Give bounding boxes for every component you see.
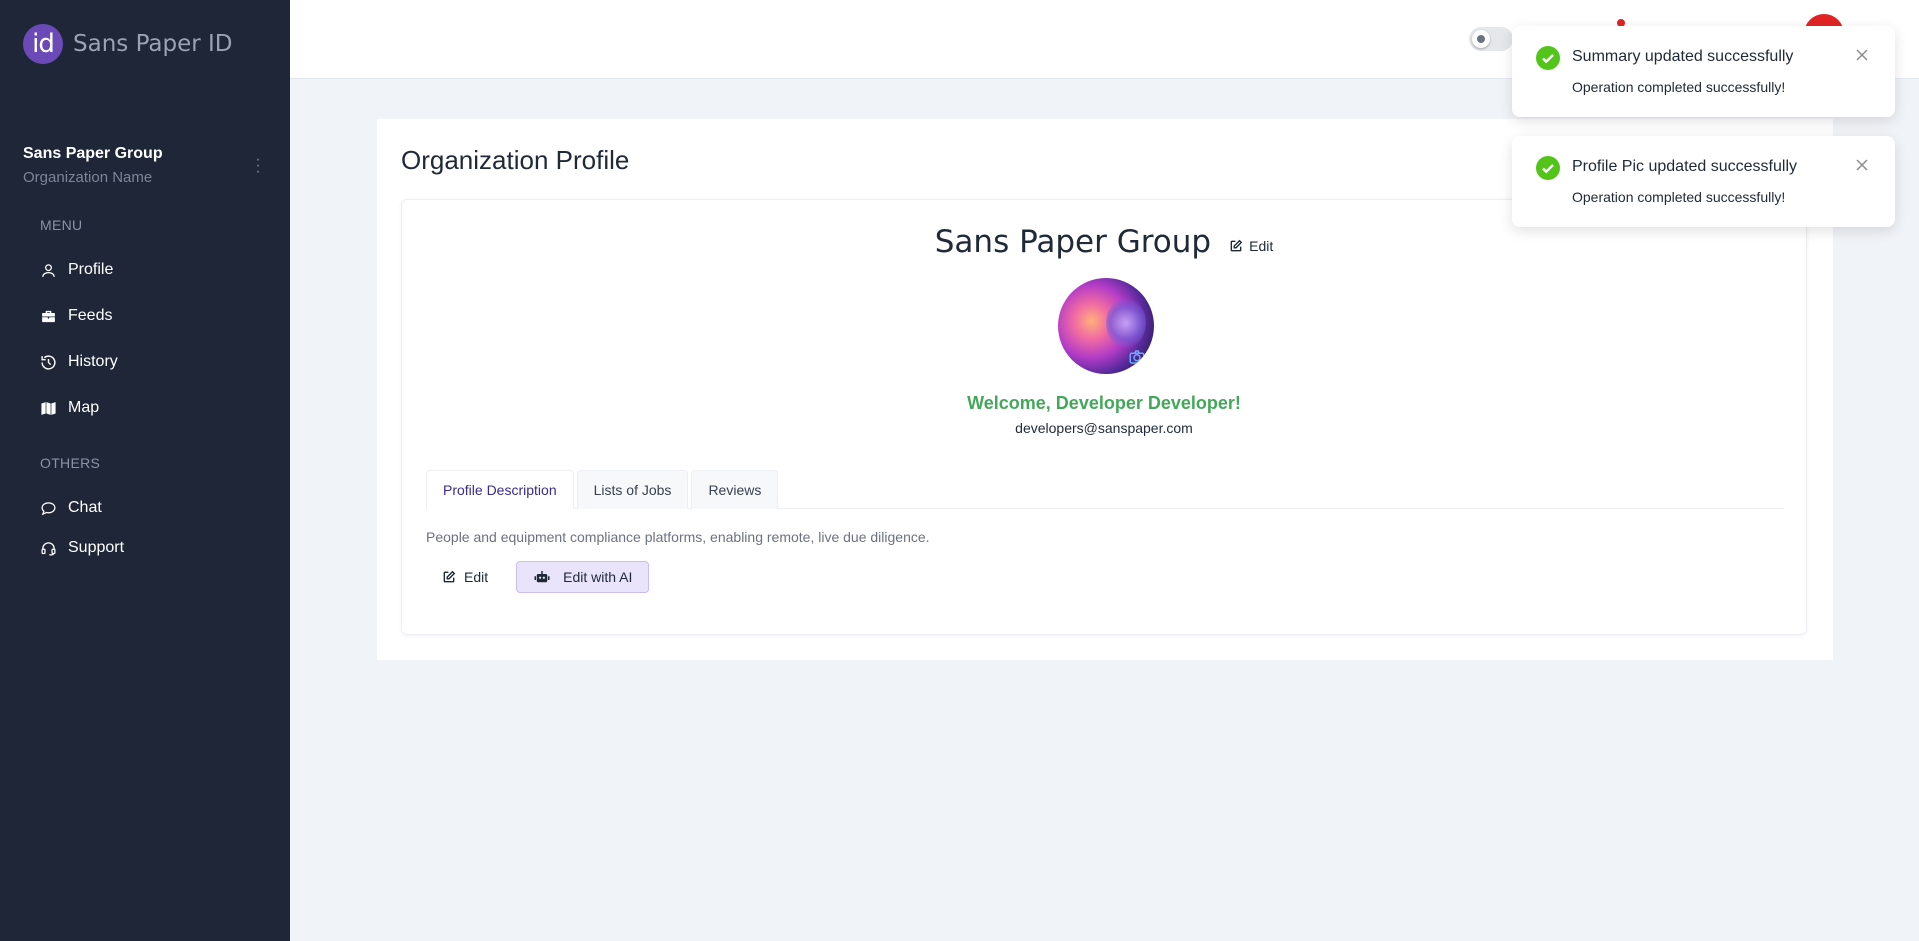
sidebar-item-label: Chat — [68, 499, 102, 516]
sidebar-item-feeds[interactable]: Feeds — [40, 307, 112, 325]
briefcase-icon — [42, 310, 55, 322]
tab-lists-of-jobs[interactable]: Lists of Jobs — [576, 470, 689, 509]
sidebar-item-label: Map — [68, 399, 100, 416]
chat-icon — [41, 501, 56, 515]
toast-title: Summary updated successfully — [1572, 48, 1794, 65]
close-icon[interactable] — [1855, 48, 1869, 62]
profile-picture[interactable] — [1058, 278, 1154, 374]
sidebar-item-chat[interactable]: Chat — [40, 499, 102, 517]
sidebar-item-map[interactable]: Map — [40, 399, 99, 417]
welcome-message: Welcome, Developer Developer! — [967, 393, 1241, 413]
profile-card: Sans Paper Group Edit Welcome, Developer… — [401, 199, 1807, 635]
org-switcher[interactable]: Sans Paper Group Organization Name · · · — [23, 145, 263, 186]
tab-profile-description[interactable]: Profile Description — [426, 470, 574, 509]
org-subtitle: Organization Name — [23, 169, 153, 186]
robot-icon — [534, 571, 550, 583]
camera-icon[interactable] — [1128, 348, 1146, 366]
sidebar-item-support[interactable]: Support — [40, 539, 124, 557]
description-actions: Edit Edit with AI — [426, 561, 650, 593]
edit-description-button[interactable]: Edit — [426, 563, 504, 591]
brand-logo: id — [23, 24, 63, 64]
sidebar-item-history[interactable]: History — [40, 353, 118, 371]
sidebar-item-label: Profile — [68, 261, 114, 278]
edit-icon — [443, 570, 456, 583]
edit-button-label: Edit — [464, 569, 489, 585]
ai-button-label: Edit with AI — [563, 569, 633, 585]
sidebar-item-label: Support — [68, 539, 125, 556]
map-icon — [41, 401, 56, 415]
kebab-menu-icon[interactable]: · · · — [253, 152, 263, 180]
check-circle-icon — [1536, 46, 1560, 70]
menu-section-label: MENU — [40, 217, 83, 233]
sidebar-item-profile[interactable]: Profile — [40, 261, 113, 279]
edit-icon — [1230, 239, 1243, 252]
toast-notification: Profile Pic updated successfully Operati… — [1512, 136, 1895, 227]
history-icon — [41, 354, 56, 370]
brand[interactable]: id Sans Paper ID — [23, 24, 233, 64]
check-circle-icon — [1536, 156, 1560, 180]
page-title: Organization Profile — [401, 145, 630, 175]
theme-toggle[interactable] — [1469, 27, 1513, 51]
toast-title: Profile Pic updated successfully — [1572, 158, 1797, 175]
sidebar-item-label: History — [68, 353, 118, 370]
toast-message: Operation completed successfully! — [1572, 79, 1786, 95]
brand-name: Sans Paper ID — [73, 31, 233, 57]
org-name: Sans Paper Group — [23, 145, 163, 162]
user-icon — [42, 263, 55, 277]
toggle-knob — [1472, 30, 1490, 48]
tab-reviews[interactable]: Reviews — [691, 470, 779, 509]
profile-tabs: Profile Description Lists of Jobs Review… — [426, 470, 1784, 509]
profile-description: People and equipment compliance platform… — [426, 529, 930, 545]
user-email: developers@sanspaper.com — [1015, 420, 1193, 436]
org-title-row: Sans Paper Group Edit — [402, 224, 1806, 260]
toast-notification: Summary updated successfully Operation c… — [1512, 26, 1895, 117]
edit-org-name-button[interactable]: Edit — [1229, 238, 1273, 254]
edit-with-ai-button[interactable]: Edit with AI — [516, 561, 650, 593]
edit-label: Edit — [1249, 238, 1274, 254]
close-icon[interactable] — [1855, 158, 1869, 172]
org-title: Sans Paper Group — [934, 224, 1212, 260]
sidebar-item-label: Feeds — [68, 307, 113, 324]
others-section-label: OTHERS — [40, 455, 101, 471]
toast-message: Operation completed successfully! — [1572, 189, 1786, 205]
sidebar: id Sans Paper ID Sans Paper Group Organi… — [0, 0, 290, 941]
headset-icon — [41, 541, 56, 556]
